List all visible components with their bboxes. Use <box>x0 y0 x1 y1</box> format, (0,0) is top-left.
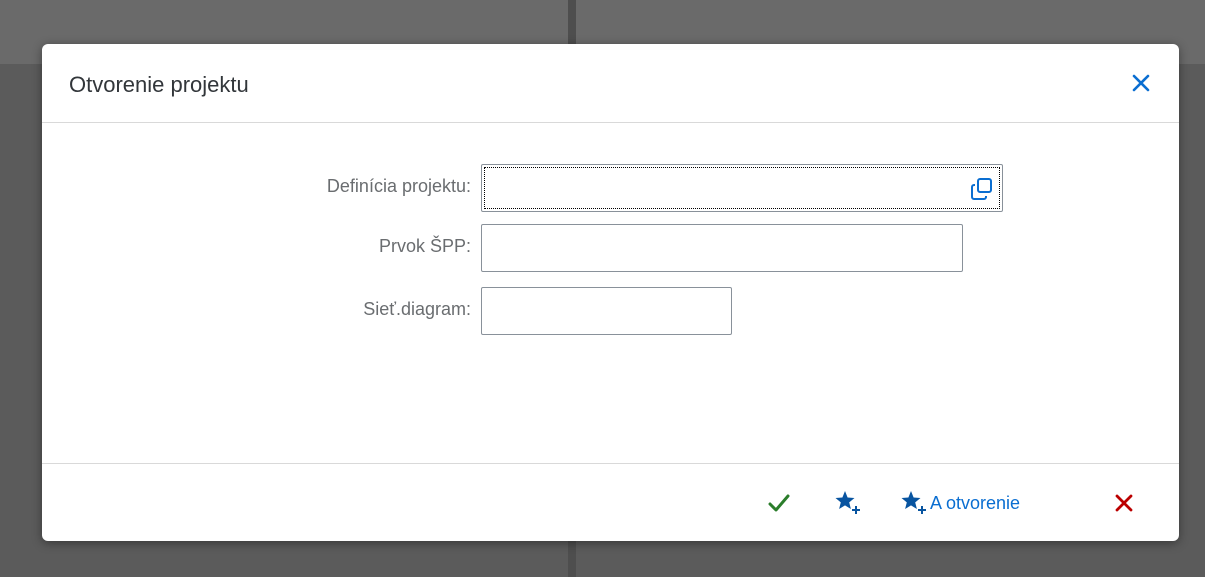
cancel-icon <box>1115 494 1133 512</box>
open-project-dialog: Otvorenie projektu Definícia projektu: P… <box>42 44 1179 541</box>
network-row: Sieť.diagram: <box>42 287 1179 335</box>
confirm-button[interactable] <box>768 486 790 520</box>
add-favorite-icon <box>901 491 926 514</box>
project-definition-label: Definícia projektu: <box>326 176 471 196</box>
value-help-icon <box>971 178 992 200</box>
network-input[interactable] <box>481 287 732 335</box>
dialog-header: Otvorenie projektu <box>42 44 1179 123</box>
dialog-footer: A otvorenie <box>42 463 1179 541</box>
add-favorite-and-open-label: A otvorenie <box>930 492 1021 513</box>
close-button[interactable] <box>1129 71 1153 95</box>
network-label: Sieť.diagram: <box>363 299 471 319</box>
add-favorite-icon <box>835 491 860 514</box>
checkmark-icon <box>768 494 790 512</box>
dialog-title: Otvorenie projektu <box>69 72 249 97</box>
wbs-element-row: Prvok ŠPP: <box>42 224 1179 272</box>
cancel-button[interactable] <box>1114 486 1134 520</box>
close-icon <box>1132 74 1150 92</box>
wbs-element-label: Prvok ŠPP: <box>378 236 471 256</box>
project-definition-input[interactable] <box>481 164 1003 212</box>
add-favorite-and-open-button[interactable]: A otvorenie <box>900 486 1020 520</box>
project-definition-row: Definícia projektu: <box>42 164 1179 212</box>
wbs-element-input[interactable] <box>481 224 963 272</box>
project-definition-value-help-button[interactable] <box>962 168 1002 210</box>
add-favorite-button[interactable] <box>834 486 862 520</box>
